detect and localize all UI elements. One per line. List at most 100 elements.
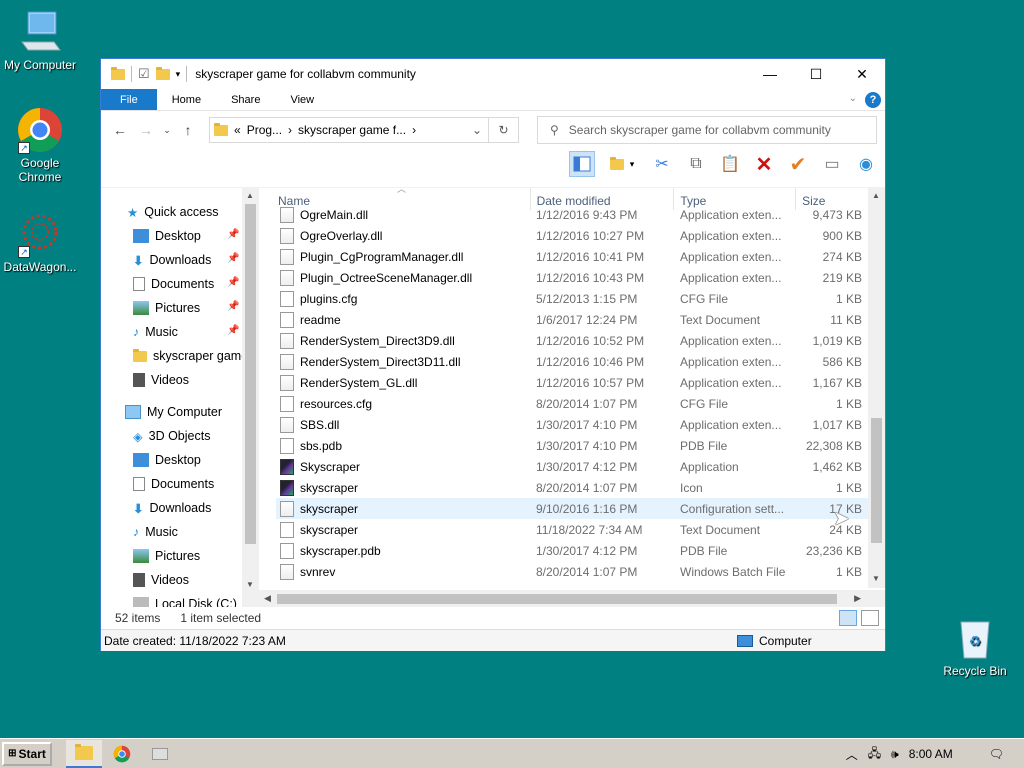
desktop-icon-recycle-bin[interactable]: ♻ Recycle Bin <box>935 614 1015 678</box>
desktop-icon-google-chrome[interactable]: ↗ Google Chrome <box>0 106 80 184</box>
nav-item-pictures-pc[interactable]: Pictures <box>133 545 200 567</box>
clock[interactable]: 8:00 AM <box>909 747 953 761</box>
desktop-icon-datawagon[interactable]: ↗ DataWagon... <box>0 210 80 274</box>
copy-icon[interactable]: ⧉ <box>683 151 709 177</box>
new-folder-icon[interactable] <box>155 66 170 80</box>
breadcrumb-separator[interactable]: › <box>412 123 416 137</box>
file-size: 900 KB <box>822 228 862 243</box>
file-row[interactable]: OgreOverlay.dll 1/12/2016 10:27 PM Applica… <box>276 225 868 246</box>
close-button[interactable]: ✕ <box>839 59 885 89</box>
nav-item-skyscraper-game[interactable]: skyscraper game <box>133 345 248 367</box>
nav-item-downloads-pc[interactable]: ⬇ Downloads <box>133 497 211 519</box>
delete-icon[interactable]: ✕ <box>751 151 777 177</box>
taskbar-chrome[interactable] <box>104 740 140 768</box>
nav-item-videos[interactable]: Videos <box>133 369 189 391</box>
volume-icon[interactable]: 🕪 <box>891 747 899 762</box>
taskbar-file-explorer[interactable] <box>66 739 102 768</box>
recent-locations-icon[interactable]: ⌄ <box>161 119 173 141</box>
horizontal-scrollbar[interactable]: ◀ ▶ <box>259 590 885 607</box>
search-input[interactable]: Search skyscraper game for collabvm comm… <box>569 123 831 137</box>
nav-item-local-disk[interactable]: Local Disk (C:) <box>133 593 237 607</box>
file-row[interactable]: plugins.cfg 5/12/2013 1:15 PM CFG File 1 KB <box>276 288 868 309</box>
nav-item-documents[interactable]: Documents <box>133 273 214 295</box>
file-row[interactable]: sbs.pdb 1/30/2017 4:10 PM PDB File 22,308 K… <box>276 435 868 456</box>
file-row[interactable]: RenderSystem_Direct3D9.dll 1/12/2016 10:5… <box>276 330 868 351</box>
tab-home[interactable]: Home <box>157 89 216 110</box>
details-view-icon[interactable] <box>839 610 857 626</box>
folder-options-icon[interactable]: ▾ <box>603 151 641 177</box>
file-row[interactable]: Skyscraper 1/30/2017 4:12 PM Application 1,… <box>276 456 868 477</box>
cut-icon[interactable]: ✂ <box>649 151 675 177</box>
file-size: 586 KB <box>822 354 862 369</box>
refresh-icon[interactable]: ↻ <box>488 118 518 142</box>
scroll-down-icon[interactable]: ▼ <box>872 574 880 583</box>
nav-item-3d-objects[interactable]: ◈ 3D Objects <box>133 425 210 447</box>
forward-icon[interactable]: → <box>135 119 157 141</box>
customize-qat-icon[interactable]: ▾ <box>176 69 181 80</box>
properties-icon[interactable]: ☑ <box>138 66 150 82</box>
address-bar[interactable]: « Prog... › skyscraper game f... › ⌄ ↻ <box>209 117 519 143</box>
scroll-up-icon[interactable]: ▲ <box>246 191 254 200</box>
nav-scroll-thumb[interactable] <box>245 204 256 544</box>
maximize-button[interactable]: ☐ <box>793 59 839 89</box>
scroll-left-icon[interactable]: ◀ <box>264 593 271 604</box>
file-row[interactable]: skyscraper 9/10/2016 1:16 PM Configuration… <box>276 498 868 519</box>
properties-shell-icon[interactable]: ◉ <box>853 151 879 177</box>
nav-my-computer[interactable]: My Computer <box>125 401 222 423</box>
tab-share[interactable]: Share <box>216 89 275 110</box>
nav-item-desktop-pc[interactable]: Desktop <box>133 449 201 471</box>
nav-item-downloads[interactable]: ⬇ Downloads <box>133 249 211 271</box>
back-icon[interactable]: ← <box>109 119 131 141</box>
address-dropdown-icon[interactable]: ⌄ <box>472 123 482 137</box>
nav-item-music[interactable]: ♪ Music <box>133 321 178 343</box>
vertical-scrollbar[interactable]: ▲ ▼ <box>868 188 885 588</box>
file-row[interactable]: RenderSystem_Direct3D11.dll 1/12/2016 10:… <box>276 351 868 372</box>
scroll-right-icon[interactable]: ▶ <box>854 593 861 604</box>
file-row[interactable]: Plugin_CgProgramManager.dll 1/12/2016 10:… <box>276 246 868 267</box>
nav-item-documents-pc[interactable]: Documents <box>133 473 214 495</box>
file-row[interactable]: skyscraper 11/18/2022 7:34 AM Text Documen… <box>276 519 868 540</box>
nav-item-music-pc[interactable]: ♪ Music <box>133 521 178 543</box>
minimize-button[interactable]: — <box>747 59 793 89</box>
file-row[interactable]: OgreMain.dll 1/12/2016 9:43 PM Application… <box>276 204 868 225</box>
help-icon[interactable]: ? <box>865 92 881 108</box>
search-box[interactable]: ⚲ Search skyscraper game for collabvm co… <box>537 116 877 144</box>
file-row[interactable]: skyscraper 8/20/2014 1:07 PM Icon 1 KB <box>276 477 868 498</box>
file-row[interactable]: svnrev 8/20/2014 1:07 PM Windows Batch Fil… <box>276 561 868 582</box>
breadcrumb-program-files[interactable]: Prog... <box>247 123 282 137</box>
file-row[interactable]: readme 1/6/2017 12:24 PM Text Document 11 K… <box>276 309 868 330</box>
nav-item-desktop[interactable]: Desktop <box>133 225 201 247</box>
file-row[interactable]: RenderSystem_GL.dll 1/12/2016 10:57 PM App… <box>276 372 868 393</box>
apply-icon[interactable]: ✔ <box>785 151 811 177</box>
tab-file[interactable]: File <box>101 89 157 110</box>
nav-item-videos-pc[interactable]: Videos <box>133 569 189 591</box>
taskbar-app[interactable] <box>142 740 178 768</box>
file-row[interactable]: resources.cfg 8/20/2014 1:07 PM CFG File 1 … <box>276 393 868 414</box>
paste-icon[interactable]: 📋 <box>717 151 743 177</box>
scroll-down-icon[interactable]: ▼ <box>246 580 254 589</box>
breadcrumb-separator[interactable]: › <box>288 123 292 137</box>
up-icon[interactable]: ↑ <box>177 119 199 141</box>
nav-item-pictures[interactable]: Pictures <box>133 297 200 319</box>
large-icons-view-icon[interactable] <box>861 610 879 626</box>
horizontal-scroll-thumb[interactable] <box>277 594 837 604</box>
breadcrumb-overflow[interactable]: « <box>234 123 241 137</box>
expand-ribbon-icon[interactable]: ⌄ <box>849 93 857 104</box>
network-icon[interactable]: 🖧 <box>868 744 881 765</box>
breadcrumb-current[interactable]: skyscraper game f... <box>298 123 406 137</box>
tab-view[interactable]: View <box>275 89 329 110</box>
title-bar[interactable]: ☑ ▾ skyscraper game for collabvm communi… <box>101 59 885 89</box>
nav-scrollbar[interactable]: ▲ ▼ <box>242 188 259 607</box>
rename-icon[interactable]: ▭ <box>819 151 845 177</box>
file-row[interactable]: SBS.dll 1/30/2017 4:10 PM Application exte… <box>276 414 868 435</box>
start-button[interactable]: ⊞ Start <box>2 741 52 766</box>
notifications-icon[interactable]: 🗨 <box>989 747 1004 761</box>
show-hidden-icons-icon[interactable]: ︿ <box>846 746 858 763</box>
file-row[interactable]: skyscraper.pdb 1/30/2017 4:12 PM PDB File 2… <box>276 540 868 561</box>
preview-pane-icon[interactable] <box>569 151 595 177</box>
nav-quick-access[interactable]: ★ Quick access <box>127 201 219 223</box>
file-row[interactable]: Plugin_OctreeSceneManager.dll 1/12/2016 1… <box>276 267 868 288</box>
vertical-scroll-thumb[interactable] <box>871 418 882 543</box>
scroll-up-icon[interactable]: ▲ <box>872 191 880 200</box>
desktop-icon-my-computer[interactable]: My Computer <box>0 8 80 72</box>
